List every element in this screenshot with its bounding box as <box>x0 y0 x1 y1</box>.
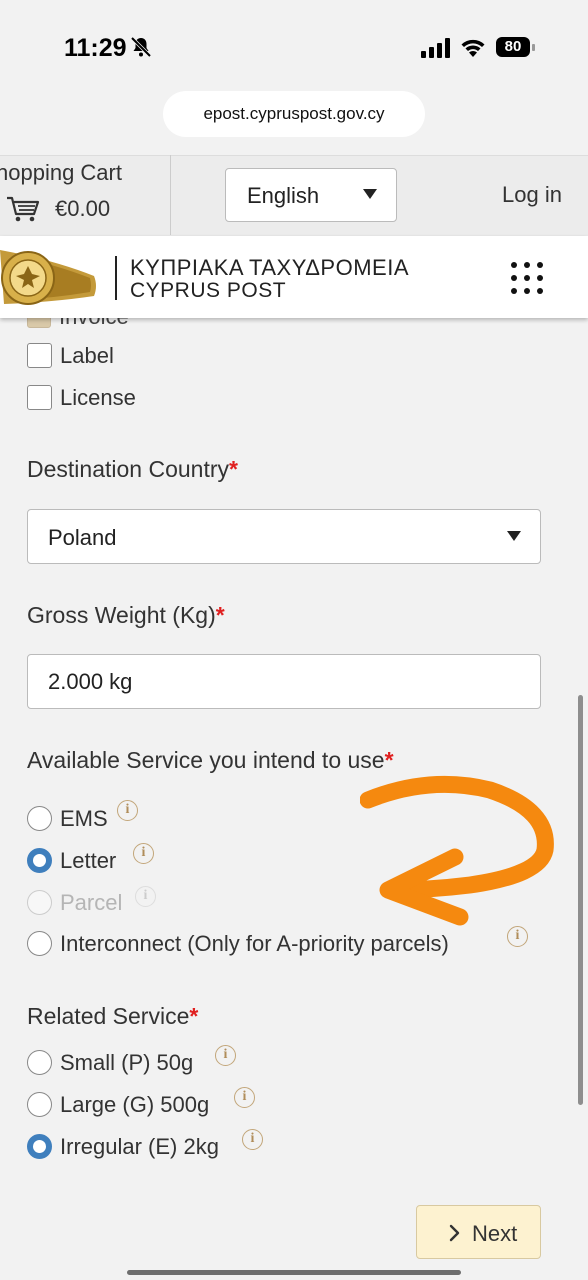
available-service-label-text: Available Service you intend to use <box>27 747 385 773</box>
chevron-right-icon <box>449 1224 460 1242</box>
required-marker: * <box>189 1003 199 1029</box>
status-time: 11:29 <box>64 34 127 62</box>
next-button-label: Next <box>472 1221 518 1246</box>
wifi-icon <box>461 39 485 57</box>
info-icon[interactable]: i <box>117 800 138 821</box>
radio-small-label: Small (P) 50g <box>60 1050 194 1075</box>
checkbox-label-text: Label <box>60 343 114 368</box>
gross-weight-label-text: Gross Weight (Kg) <box>27 602 216 628</box>
gross-weight-label: Gross Weight (Kg)* <box>27 602 225 629</box>
login-link[interactable]: Log in <box>502 182 562 208</box>
shopping-cart-link[interactable]: hopping Cart <box>0 160 122 186</box>
radio-large[interactable] <box>27 1092 52 1117</box>
checkbox-license[interactable] <box>27 385 52 410</box>
radio-parcel-label: Parcel <box>60 890 123 915</box>
radio-small[interactable] <box>27 1050 52 1075</box>
signal-icon <box>421 38 450 58</box>
language-value: English <box>247 183 320 208</box>
dropdown-caret-icon <box>363 189 377 199</box>
radio-ems-label: EMS <box>60 806 108 831</box>
radio-interconnect[interactable] <box>27 931 52 956</box>
logo-divider <box>115 256 117 300</box>
info-icon[interactable]: i <box>215 1045 236 1066</box>
next-button[interactable]: Next <box>416 1205 541 1259</box>
cart-total: €0.00 <box>55 196 111 221</box>
related-service-label-text: Related Service <box>27 1003 190 1029</box>
dropdown-caret-icon <box>507 531 521 541</box>
radio-large-label: Large (G) 500g <box>60 1092 210 1117</box>
battery-icon: 80 <box>496 37 536 59</box>
info-icon[interactable]: i <box>234 1087 255 1108</box>
required-marker: * <box>215 602 225 628</box>
cart-icon[interactable] <box>6 195 40 223</box>
radio-letter[interactable] <box>27 848 52 873</box>
gross-weight-input[interactable] <box>27 654 541 709</box>
annotation-arrow-icon <box>360 775 554 926</box>
radio-interconnect-label: Interconnect (Only for A-priority parcel… <box>60 931 449 956</box>
destination-country-label-text: Destination Country <box>27 456 229 482</box>
status-bar: 11:29 80 <box>0 0 588 90</box>
logo-greek-text: ΚΥΠΡΙΑΚΑ ΤΑΧΥΔΡΟΜΕΙΑ <box>130 255 410 280</box>
cyprus-post-logo-icon[interactable] <box>0 238 100 312</box>
divider <box>170 155 171 235</box>
logo-english-text: CYPRUS POST <box>130 279 287 302</box>
destination-country-label: Destination Country* <box>27 456 238 483</box>
home-indicator[interactable] <box>127 1270 461 1275</box>
page-scrollbar[interactable] <box>578 695 583 1105</box>
destination-country-value: Poland <box>48 525 117 550</box>
app-menu-grid-icon[interactable] <box>511 262 543 294</box>
radio-ems[interactable] <box>27 806 52 831</box>
related-service-label: Related Service* <box>27 1003 198 1030</box>
checkbox-label[interactable] <box>27 343 52 368</box>
bell-muted-icon <box>130 36 152 58</box>
radio-letter-label: Letter <box>60 848 117 873</box>
available-service-label: Available Service you intend to use* <box>27 747 394 774</box>
battery-level: 80 <box>496 37 530 57</box>
language-select[interactable]: English <box>225 168 397 222</box>
radio-parcel <box>27 890 52 915</box>
info-icon: i <box>135 886 156 907</box>
radio-irregular-label: Irregular (E) 2kg <box>60 1134 219 1159</box>
destination-country-select[interactable]: Poland <box>27 509 541 564</box>
radio-irregular[interactable] <box>27 1134 52 1159</box>
checkbox-license-text: License <box>60 385 136 410</box>
url-bar[interactable]: epost.cypruspost.gov.cy <box>163 91 425 137</box>
required-marker: * <box>229 456 238 482</box>
info-icon[interactable]: i <box>242 1129 263 1150</box>
info-icon[interactable]: i <box>133 843 154 864</box>
